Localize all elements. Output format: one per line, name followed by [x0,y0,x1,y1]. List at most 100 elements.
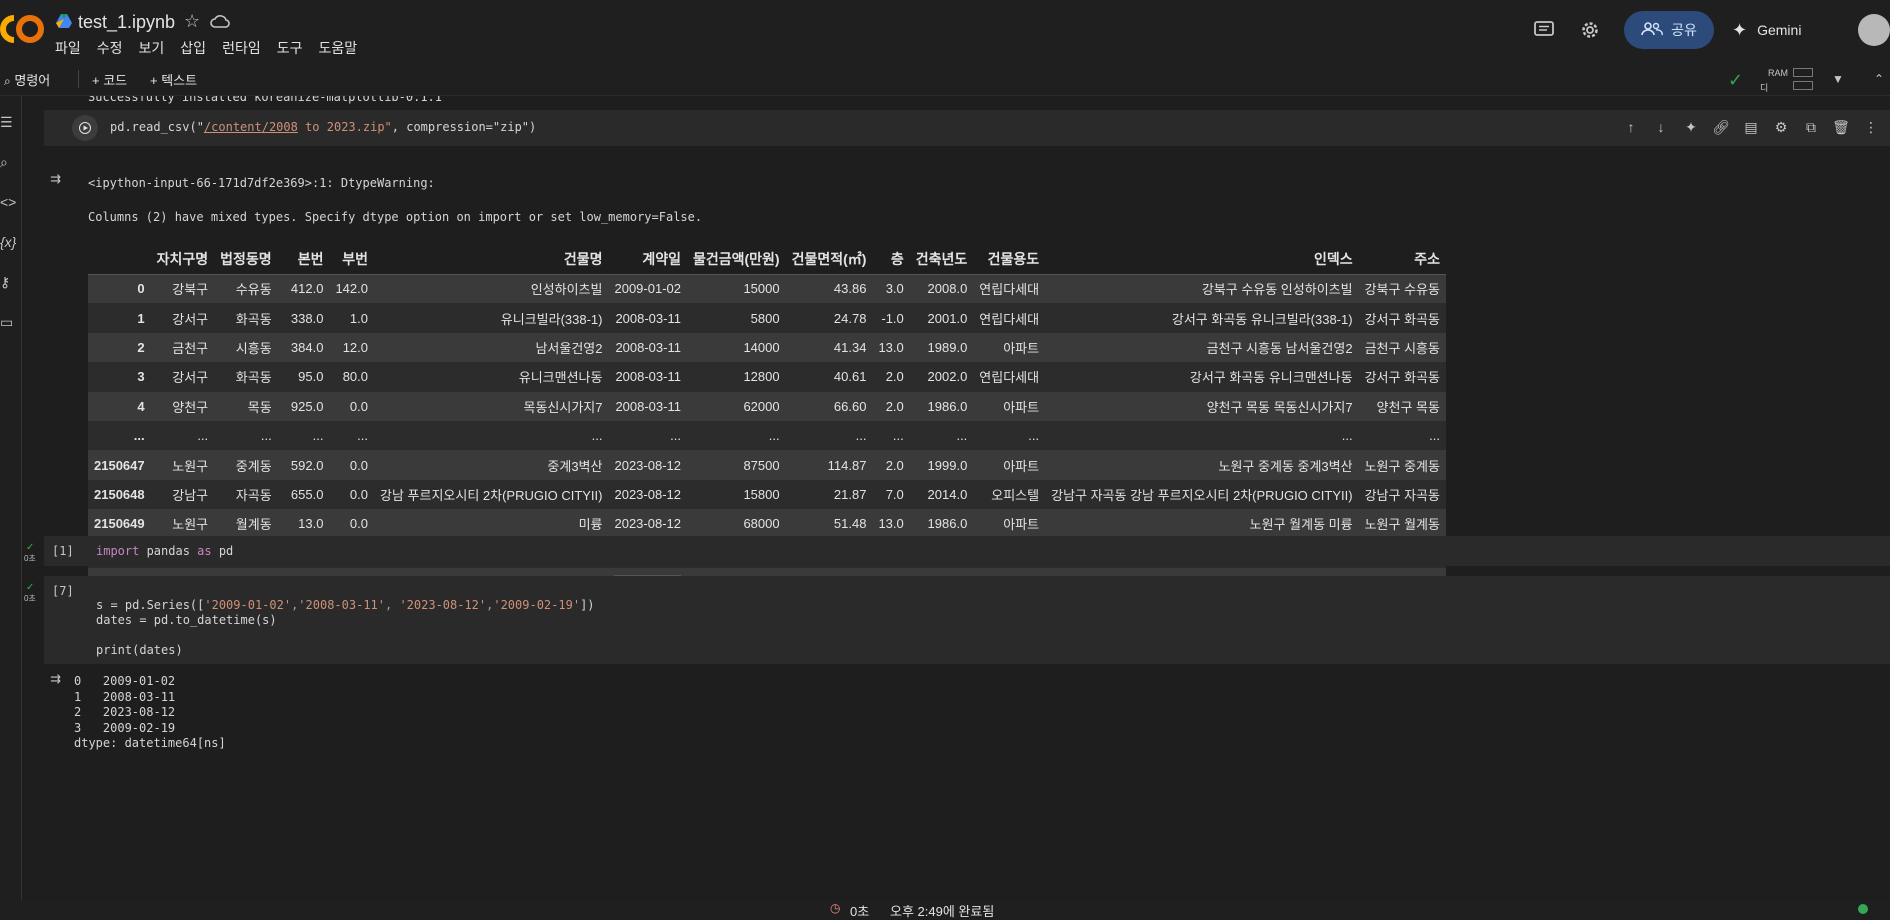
mirror-cell-icon[interactable]: ⧉ [1800,116,1822,138]
output-toggle-icon[interactable]: ⇉ [50,671,61,687]
row-index: 2 [88,332,151,363]
table-cell: 2008-03-11 [608,303,687,333]
move-down-icon[interactable]: ↓ [1650,116,1672,138]
colab-logo[interactable] [0,12,44,46]
warning-text: Columns (2) have mixed types. Specify dt… [88,210,703,224]
menu-item-insert[interactable]: 삽입 [180,38,206,58]
code-keyword: as [197,544,212,558]
code-cell-series[interactable]: [7] s = pd.Series(['2009-01-02','2008-03… [44,576,1890,664]
add-text-button[interactable]: + 텍스트 [150,70,197,89]
cloud-icon[interactable] [210,13,230,34]
cell-text: ... [892,428,904,444]
table-cell: 유니크빌라(338-1) [374,303,609,333]
notebook-title[interactable]: test_1.ipynb [78,12,175,33]
output-line: 3 2009-02-19 [74,720,176,735]
table-cell: 655.0 [277,479,330,510]
table-cell: 양천구 [150,391,215,421]
table-cell: 2023-08-12 [608,479,687,510]
code-editor[interactable]: s = pd.Series(['2009-01-02','2008-03-11'… [96,598,595,658]
cell-text: 0.0 [349,516,368,532]
row-index: 1 [88,303,151,333]
code-snippets-icon[interactable]: <> [0,194,18,212]
table-cell: 592.0 [277,450,330,480]
chevron-down-icon[interactable]: ▼ [1832,72,1844,86]
cell-text: 2023-08-12 [614,486,681,502]
table-cell: 금천구 [150,332,215,363]
find-icon[interactable]: ⌕ [0,154,18,172]
cell-text: 강남구 자곡동 [1364,487,1440,503]
files-folder-icon[interactable]: ▭ [0,314,18,332]
add-code-button[interactable]: + 코드 [92,70,127,89]
cell-text: 금천구 시흥동 [1364,340,1440,356]
code-editor[interactable]: pd.read_csv("/content/2008 to 2023.zip",… [110,120,536,134]
table-cell: 노원구 월계동 [1358,509,1446,539]
cell-text: 1999.0 [927,457,968,473]
column-header: 주소 [1414,250,1440,267]
execution-count: [1] [52,544,74,558]
variables-icon[interactable]: {x} [0,234,18,252]
cell-text: ... [357,428,368,444]
table-cell: 2008-03-11 [608,391,687,421]
table-cell: ... [872,420,910,451]
cell-text: 0 [137,281,145,297]
table-cell: 강남구 [150,479,215,510]
cell-text: 21.87 [833,486,867,502]
table-cell: 15800 [686,479,786,510]
table-cell: 1999.0 [909,450,974,480]
cell-text: 95.0 [298,369,324,385]
menu-item-tools[interactable]: 도구 [277,38,303,58]
share-button[interactable]: 공유 [1624,11,1714,49]
cell-text: ... [670,428,681,444]
table-of-contents-icon[interactable]: ☰ [0,114,18,132]
link-icon[interactable]: 🔗︎ [1710,116,1732,138]
cell-text: 68000 [743,516,780,532]
table-row: 2150647 노원구 중계동 592.0 0.0 중계3벽산 2023-08-12 8750… [88,450,1446,480]
table-cell: ... [686,420,786,451]
move-up-icon[interactable]: ↑ [1620,116,1642,138]
notebook-content[interactable]: Successfully installed koreanize-matplot… [22,96,1890,900]
menu-item-view[interactable]: 보기 [139,38,165,58]
table-cell: 41.34 [785,332,873,363]
code-path-link[interactable]: /content/2008 [204,120,298,134]
secrets-key-icon[interactable]: ⚷ [0,274,18,292]
cell-text: ... [1341,428,1353,444]
execution-count: [7] [52,584,74,598]
output-toggle-icon[interactable]: ⇉ [50,171,61,187]
settings-gear-icon[interactable] [1574,14,1606,46]
more-options-icon[interactable]: ⋮ [1860,116,1882,138]
code-string: '2009-01-02','2008-03-11', '2023-08-12',… [204,598,581,612]
cell-toolbar: ↑ ↓ ✦ 🔗︎ ▤ ⚙ ⧉ 🗑︎ ⋮ [1614,112,1888,142]
cell-text: ... [133,428,145,444]
avatar[interactable] [1858,14,1890,46]
code-cell-import[interactable]: [1] import pandas as pd [44,536,1890,566]
table-cell: 강서구 화곡동 유니크맨션나동 [1045,362,1359,392]
menu-item-edit[interactable]: 수정 [97,38,123,58]
cell-text: 아파트 [1003,340,1040,356]
gemini-sparkle-icon[interactable]: ✦ [1680,116,1702,138]
cell-text: ... [1028,428,1040,444]
table-row: 3 강서구 화곡동 95.0 80.0 유니크맨션나동 2008-03-11 12800 40.… [88,362,1446,392]
command-palette-button[interactable]: ⌕ 명령어 [4,70,50,89]
gemini-button[interactable]: ✦ Gemini [1732,20,1842,41]
cell-text: 15800 [743,486,780,502]
cell-text: 노원구 [172,458,209,474]
comments-icon[interactable] [1528,14,1560,46]
menu-item-runtime[interactable]: 런타임 [222,38,261,58]
table-cell: 21.87 [785,479,873,510]
cell-text: 강북구 수유동 인성하이츠빌 [1201,282,1353,298]
code-editor[interactable]: import pandas as pd [96,544,233,558]
comment-icon[interactable]: ▤ [1740,116,1762,138]
table-cell: 7.0 [872,479,910,510]
settings-gear-icon[interactable]: ⚙ [1770,116,1792,138]
chevron-up-icon[interactable]: ⌃ [1874,72,1884,86]
menu-item-help[interactable]: 도움말 [318,38,357,58]
column-header: 부번 [342,250,368,267]
run-cell-button[interactable] [72,115,98,141]
menu-item-file[interactable]: 파일 [55,38,81,58]
cell-text: ... [591,428,603,444]
cell-text: 2.0 [885,457,904,473]
drive-icon[interactable] [56,14,72,33]
star-icon[interactable]: ☆ [184,11,200,32]
cell-text: 12.0 [342,339,368,355]
delete-icon[interactable]: 🗑︎ [1830,116,1852,138]
